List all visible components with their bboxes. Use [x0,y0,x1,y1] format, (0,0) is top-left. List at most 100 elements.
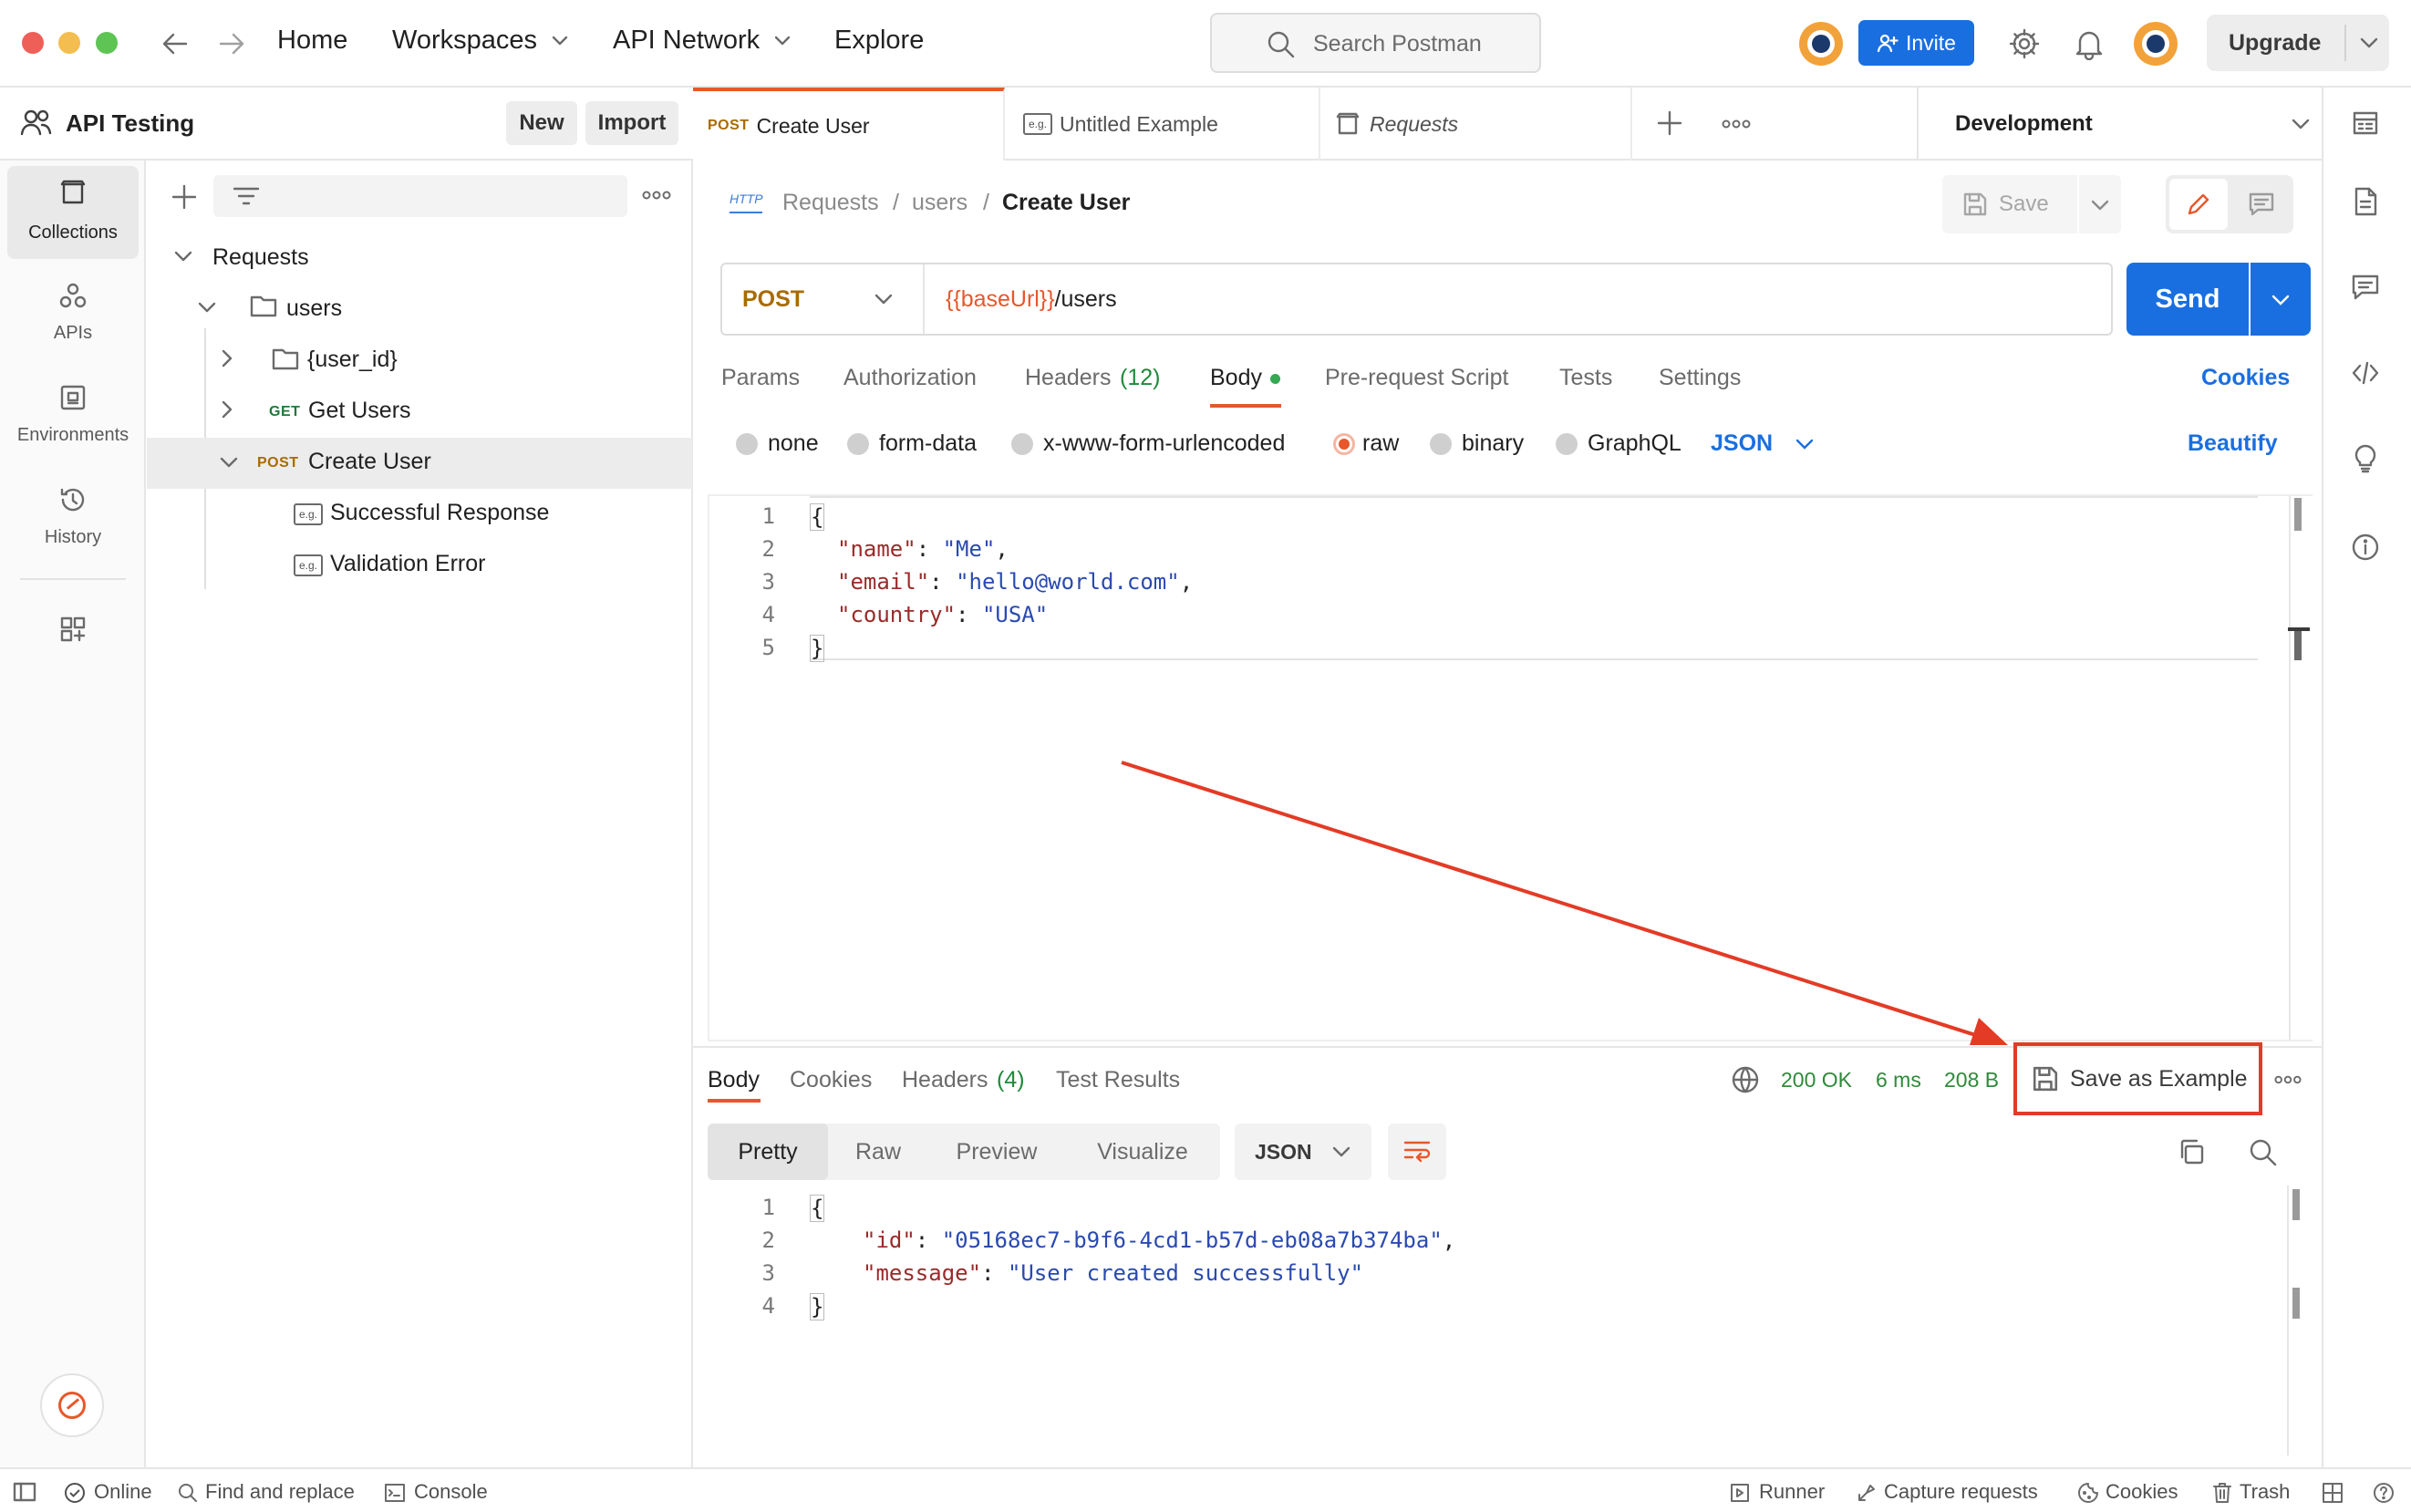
radio-raw-selected[interactable] [1333,433,1355,455]
view-raw[interactable]: Raw [828,1124,928,1180]
environment-selector[interactable]: Development [1919,88,2322,161]
tab-headers[interactable]: Headers [1025,365,1112,391]
body-type-binary[interactable]: binary [1462,430,1524,457]
tree-request-get-users[interactable]: Get Users [308,398,411,424]
upgrade-button[interactable]: Upgrade [2207,15,2389,71]
response-scrollbar[interactable] [2292,1189,2300,1220]
tab-pre-request-script[interactable]: Pre-request Script [1325,365,1508,391]
tree-folder-user-id[interactable]: {user_id} [307,347,398,373]
response-time[interactable]: 6 ms [1876,1068,1921,1093]
sidebar-filter-input[interactable] [213,175,627,217]
settings-gear-icon[interactable] [2008,27,2041,60]
chevron-down-icon[interactable] [219,456,239,469]
radio-binary[interactable] [1430,433,1452,455]
forward-arrow-icon[interactable] [217,29,246,58]
search-input[interactable]: Search Postman [1210,13,1541,73]
avatar[interactable] [2134,22,2178,66]
nav-api-network[interactable]: API Network [613,26,760,56]
tab-body[interactable]: Body [1210,365,1262,391]
rail-item-collections[interactable]: Collections [7,166,139,259]
response-tab-body[interactable]: Body [708,1067,760,1093]
code-snippet-icon[interactable] [2351,359,2380,387]
tab-create-user[interactable]: POST Create User [693,88,1005,161]
response-size[interactable]: 208 B [1944,1068,1999,1093]
tree-folder-users[interactable]: users [286,295,342,322]
notifications-bell-icon[interactable] [2074,27,2105,60]
save-options-button[interactable] [2079,175,2121,233]
chevron-right-icon[interactable] [221,399,233,419]
chevron-down-icon[interactable] [173,250,193,263]
body-format-select[interactable]: JSON [1711,430,1773,457]
find-and-replace[interactable]: Find and replace [205,1480,355,1504]
radio-urlencoded[interactable] [1011,433,1033,455]
console-link[interactable]: Console [414,1480,488,1504]
copy-icon[interactable] [2178,1138,2205,1165]
invite-button[interactable]: Invite [1858,20,1974,66]
save-button[interactable]: Save [1942,175,2077,233]
status-online[interactable]: Online [94,1480,152,1504]
tree-collection-requests[interactable]: Requests [212,244,309,271]
comments-icon[interactable] [2351,274,2380,301]
nav-explore[interactable]: Explore [834,26,924,56]
tree-request-create-user[interactable]: Create User [308,449,431,475]
postbot-button[interactable] [40,1373,104,1437]
chevron-down-icon[interactable] [197,301,217,314]
body-type-form-data[interactable]: form-data [879,430,977,457]
send-button[interactable]: Send [2126,263,2249,336]
more-options-icon[interactable] [2274,1074,2302,1085]
workspace-name[interactable]: API Testing [66,109,194,138]
maximize-window-button[interactable] [96,32,118,54]
runner-link[interactable]: Runner [1759,1480,1825,1504]
body-type-urlencoded[interactable]: x-www-form-urlencoded [1043,430,1285,457]
capture-requests-link[interactable]: Capture requests [1884,1480,2038,1504]
body-type-none[interactable]: none [768,430,819,457]
tab-settings[interactable]: Settings [1659,365,1741,391]
lightbulb-icon[interactable] [2351,443,2380,474]
breadcrumb-requests[interactable]: Requests [782,190,879,216]
view-preview[interactable]: Preview [928,1124,1065,1180]
response-tab-test-results[interactable]: Test Results [1056,1067,1180,1093]
toggle-sidebar-icon[interactable] [13,1482,36,1502]
minimize-window-button[interactable] [58,32,80,54]
send-options-button[interactable] [2251,263,2311,336]
response-status[interactable]: 200 OK [1781,1068,1852,1093]
tab-untitled-example[interactable]: e.g. Untitled Example [1005,88,1320,161]
nav-workspaces[interactable]: Workspaces [392,26,537,56]
rail-item-history[interactable]: History [0,480,146,571]
tree-example-validation-error[interactable]: Validation Error [330,551,485,577]
response-tab-cookies[interactable]: Cookies [790,1067,872,1093]
radio-form-data[interactable] [847,433,869,455]
editor-scrollbar[interactable] [2294,498,2302,531]
new-button[interactable]: New [506,101,577,145]
search-icon[interactable] [2249,1138,2278,1167]
breadcrumb-users[interactable]: users [912,190,968,216]
method-select[interactable]: POST [722,264,925,334]
tree-example-successful-response[interactable]: Successful Response [330,500,549,526]
more-tabs-icon[interactable] [1722,119,1751,129]
beautify-link[interactable]: Beautify [2188,430,2278,457]
trash-link[interactable]: Trash [2240,1480,2290,1504]
close-window-button[interactable] [22,32,44,54]
environment-quick-look-icon[interactable] [2351,109,2380,139]
help-icon[interactable] [2373,1482,2395,1504]
back-arrow-icon[interactable] [160,29,190,58]
response-tab-headers[interactable]: Headers [902,1067,988,1093]
view-visualize[interactable]: Visualize [1065,1124,1220,1180]
two-pane-icon[interactable] [2322,1482,2344,1504]
documentation-icon[interactable] [2351,186,2380,217]
url-input[interactable]: {{baseUrl}} /users [946,264,2104,334]
body-type-raw[interactable]: raw [1362,430,1399,457]
tab-tests[interactable]: Tests [1559,365,1612,391]
edit-mode-button[interactable] [2169,179,2228,230]
cookies-status-link[interactable]: Cookies [2106,1480,2178,1504]
response-body-viewer[interactable] [708,1186,2313,1459]
radio-graphql[interactable] [1556,433,1578,455]
chevron-down-icon[interactable] [2359,36,2379,49]
rail-item-environments[interactable]: Environments [0,378,146,469]
tab-requests[interactable]: Requests [1320,88,1632,161]
view-pretty[interactable]: Pretty [708,1124,828,1180]
info-icon[interactable] [2351,533,2380,562]
tab-params[interactable]: Params [721,365,800,391]
nav-home[interactable]: Home [277,26,347,56]
response-format-select[interactable]: JSON [1235,1124,1371,1180]
